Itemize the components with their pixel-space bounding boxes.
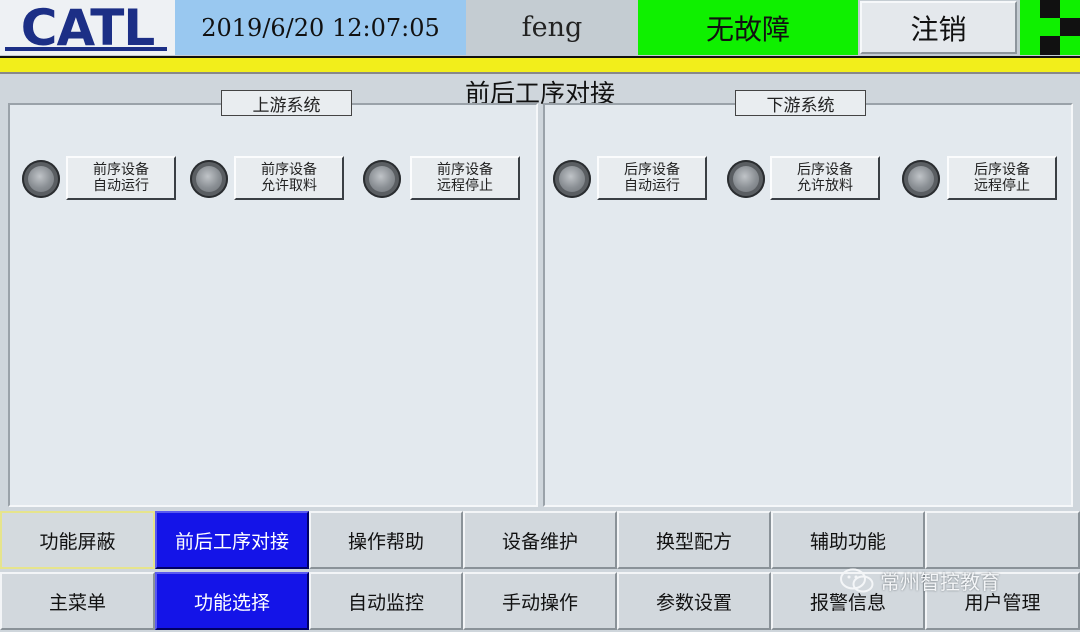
upstream-allow-pick-button[interactable]: 前序设备 允许取料	[234, 156, 344, 200]
nav-changeover-recipe[interactable]: 换型配方	[617, 511, 771, 569]
downstream-allow-place-button[interactable]: 后序设备 允许放料	[770, 156, 880, 200]
button-label-line2: 自动运行	[624, 178, 680, 194]
button-label-line2: 远程停止	[437, 178, 493, 194]
nav-manual-operation[interactable]: 手动操作	[463, 572, 617, 630]
downstream-allow-place-lamp	[727, 160, 765, 198]
button-label-line2: 允许放料	[797, 178, 853, 194]
upstream-auto-run-button[interactable]: 前序设备 自动运行	[66, 156, 176, 200]
downstream-remote-stop-lamp	[902, 160, 940, 198]
downstream-auto-run-button[interactable]: 后序设备 自动运行	[597, 156, 707, 200]
nav-operation-help[interactable]: 操作帮助	[309, 511, 463, 569]
button-label-line2: 允许取料	[261, 178, 317, 194]
logout-button[interactable]: 注销	[860, 1, 1017, 54]
button-label-line1: 后序设备	[624, 162, 680, 178]
downstream-auto-run-lamp	[553, 160, 591, 198]
header-bar: CATL 2019/6/20 12:07:05 feng 无故障 注销	[0, 0, 1080, 56]
button-label-line1: 前序设备	[437, 162, 493, 178]
nav-main-menu[interactable]: 主菜单	[0, 572, 155, 630]
button-label-line1: 前序设备	[93, 162, 149, 178]
nav-auxiliary-functions[interactable]: 辅助功能	[771, 511, 925, 569]
button-label-line2: 自动运行	[93, 178, 149, 194]
logo-underline	[5, 47, 167, 51]
button-label-line1: 前序设备	[261, 162, 317, 178]
upstream-remote-stop-lamp	[363, 160, 401, 198]
button-label-line1: 后序设备	[974, 162, 1030, 178]
upstream-allow-pick-lamp	[190, 160, 228, 198]
nav-auto-monitor[interactable]: 自动监控	[309, 572, 463, 630]
nav-parameter-settings[interactable]: 参数设置	[617, 572, 771, 630]
nav-function-select[interactable]: 功能选择	[155, 572, 309, 630]
nav-equipment-maintenance[interactable]: 设备维护	[463, 511, 617, 569]
downstream-remote-stop-button[interactable]: 后序设备 远程停止	[947, 156, 1057, 200]
nav-alarm-info[interactable]: 报警信息	[771, 572, 925, 630]
nav-process-docking[interactable]: 前后工序对接	[155, 511, 309, 569]
checker-icon	[1020, 0, 1080, 55]
button-label-line1: 后序设备	[797, 162, 853, 178]
nav-empty-slot	[925, 511, 1080, 569]
alarm-message-bar	[0, 56, 1080, 74]
upstream-panel-title: 上游系统	[221, 90, 352, 116]
nav-user-management[interactable]: 用户管理	[925, 572, 1080, 630]
upstream-auto-run-lamp	[22, 160, 60, 198]
fault-status-indicator: 无故障	[638, 0, 858, 55]
nav-function-mask[interactable]: 功能屏蔽	[0, 511, 155, 569]
downstream-panel-title: 下游系统	[735, 90, 866, 116]
logo-text: CATL	[20, 0, 155, 57]
button-label-line2: 远程停止	[974, 178, 1030, 194]
logo: CATL	[0, 0, 175, 55]
datetime-display: 2019/6/20 12:07:05	[175, 0, 466, 55]
upstream-remote-stop-button[interactable]: 前序设备 远程停止	[410, 156, 520, 200]
current-user: feng	[468, 0, 636, 55]
